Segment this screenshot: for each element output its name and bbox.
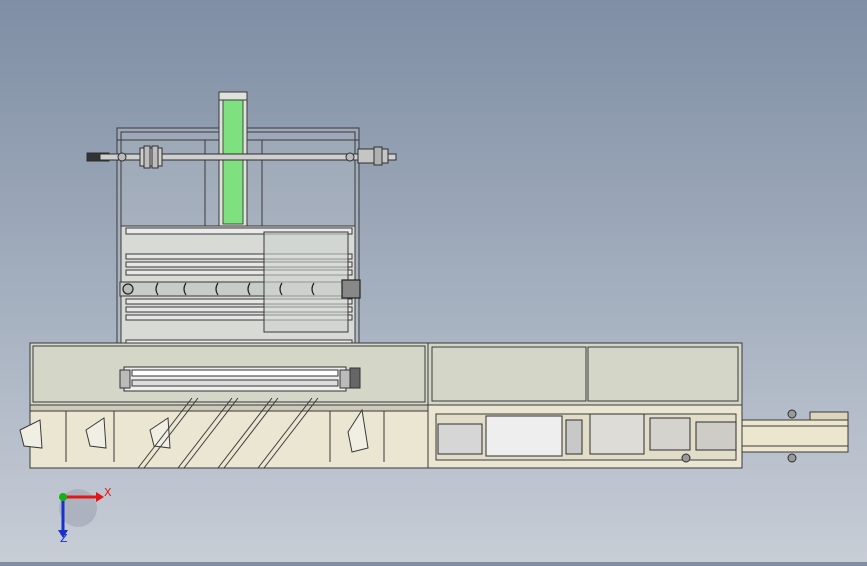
outfeed-conveyor: [741, 411, 849, 453]
x-axis-arrowhead: [96, 492, 104, 502]
triad-x-label: X: [104, 486, 112, 499]
cad-viewport[interactable]: X Z: [0, 0, 867, 562]
rod-panel: [119, 225, 361, 346]
machine-drawing: [19, 91, 849, 538]
base-left: [29, 342, 429, 469]
roller-drum: [119, 366, 361, 392]
triad-z-label: Z: [60, 532, 68, 545]
y-axis-dot: [59, 493, 67, 501]
orientation-triad: [58, 489, 104, 538]
